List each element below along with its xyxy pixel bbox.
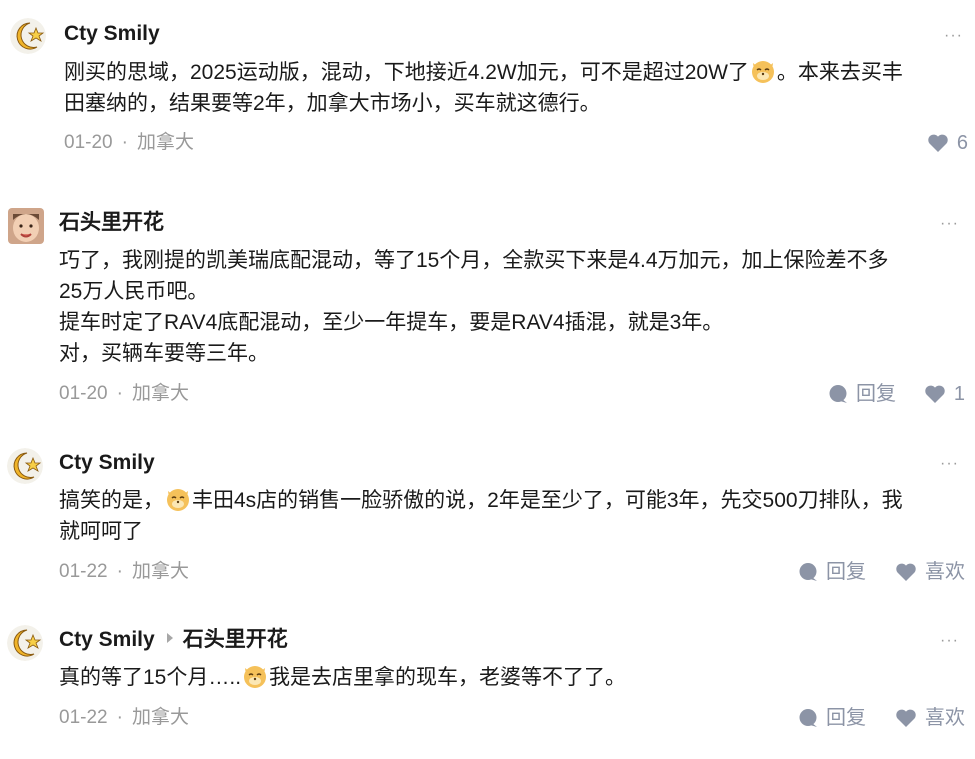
heart-icon <box>896 563 916 581</box>
comment-location: 加拿大 <box>131 707 189 728</box>
heart-icon <box>928 134 948 152</box>
comment-line: 真的等了15个月….. <box>59 666 242 689</box>
avatar[interactable] <box>10 18 46 54</box>
comment-line: 25万人民币吧。 <box>59 280 209 303</box>
moon-star-avatar-icon <box>10 18 46 54</box>
reply-button[interactable]: 回复 <box>798 559 866 585</box>
comment-line: 提车时定了RAV4底配混动，至少一年提车，要是RAV4插混，就是3年。 <box>59 311 724 334</box>
more-options-icon[interactable]: ··· <box>940 214 959 234</box>
comment-date: 01-22 <box>59 561 108 582</box>
reply-button[interactable]: 回复 <box>798 705 866 731</box>
reply-label: 回复 <box>826 707 866 729</box>
author-name: Cty Smily 石头里开花 <box>59 626 288 654</box>
reply-to-name[interactable]: 石头里开花 <box>183 628 288 651</box>
comment-line: 丰田4s店的销售一脸骄傲的说，2年是至少了，可能3年，先交500刀排队，我 <box>192 489 903 512</box>
avatar[interactable] <box>7 625 43 661</box>
reply-label: 回复 <box>826 561 866 583</box>
reply-arrow-icon <box>166 633 173 644</box>
like-count: 6 <box>956 132 968 154</box>
reply-button[interactable]: 回复 <box>828 381 896 407</box>
comment-line: 就呵呵了 <box>59 520 143 543</box>
comment-bubble-icon <box>829 385 847 403</box>
like-button[interactable]: 6 <box>927 130 968 156</box>
comment-line: 刚买的思域，2025运动版，混动，下地接近4.2W加元，可不是超过20W了 <box>64 61 749 84</box>
heart-icon <box>925 385 945 403</box>
more-options-icon[interactable]: ··· <box>944 26 963 46</box>
comment-meta: 01-20 · 加拿大 <box>59 381 189 407</box>
comment-location: 加拿大 <box>131 561 189 582</box>
comment-line: 我是去店里拿的现车，老婆等不了了。 <box>269 666 627 689</box>
comment-bubble-icon <box>799 563 817 581</box>
comment-date: 01-22 <box>59 707 108 728</box>
reply-label: 回复 <box>856 383 896 405</box>
moon-star-avatar-icon <box>7 625 43 661</box>
baby-photo-avatar-icon <box>8 208 44 244</box>
smug-dog-emoji-icon <box>167 489 189 511</box>
comment-location: 加拿大 <box>136 132 194 153</box>
more-options-icon[interactable]: ··· <box>940 631 959 651</box>
comment-line: 。本来去买丰 <box>776 61 903 84</box>
comment-line: 搞笑的是， <box>59 489 164 512</box>
meta-separator: · <box>121 132 128 153</box>
comment-line: 对，买辆车要等三年。 <box>59 342 269 365</box>
smug-dog-emoji-icon <box>244 666 267 688</box>
moon-star-avatar-icon <box>7 448 43 484</box>
meta-separator: · <box>116 383 123 404</box>
comment-meta: 01-22 · 加拿大 <box>59 559 189 585</box>
like-count: 1 <box>953 383 965 405</box>
comment-location: 加拿大 <box>131 383 189 404</box>
comment-date: 01-20 <box>59 383 108 404</box>
comment-text: 巧了，我刚提的凯美瑞底配混动，等了15个月，全款买下来是4.4万加元，加上保险差… <box>59 245 889 369</box>
meta-separator: · <box>116 707 123 728</box>
comment-text: 真的等了15个月….. 我是去店里拿的现车，老婆等不了了。 <box>59 662 626 693</box>
like-button[interactable]: 喜欢 <box>895 705 965 731</box>
like-button[interactable]: 1 <box>924 381 965 407</box>
heart-icon <box>896 709 916 727</box>
smug-dog-emoji-icon <box>751 61 774 83</box>
more-options-icon[interactable]: ··· <box>940 454 959 474</box>
author-name[interactable]: Cty Smily <box>64 20 160 48</box>
like-label: 喜欢 <box>925 707 965 729</box>
comment-bubble-icon <box>799 709 817 727</box>
comment-line: 田塞纳的，结果要等2年，加拿大市场小，买车就这德行。 <box>64 92 601 115</box>
comment-meta: 01-22 · 加拿大 <box>59 705 189 731</box>
comment-meta: 01-20 · 加拿大 <box>64 130 194 156</box>
author-name[interactable]: 石头里开花 <box>59 209 164 237</box>
avatar[interactable] <box>7 448 43 484</box>
comment-text: 搞笑的是， 丰田4s店的销售一脸骄傲的说，2年是至少了，可能3年，先交500刀排队… <box>59 485 903 547</box>
avatar[interactable] <box>8 208 44 244</box>
meta-separator: · <box>116 561 123 582</box>
author-name[interactable]: Cty Smily <box>59 449 155 477</box>
like-button[interactable]: 喜欢 <box>895 559 965 585</box>
comment-line: 巧了，我刚提的凯美瑞底配混动，等了15个月，全款买下来是4.4万加元，加上保险差… <box>59 249 889 272</box>
comment-date: 01-20 <box>64 132 113 153</box>
author-link[interactable]: Cty Smily <box>59 628 155 651</box>
like-label: 喜欢 <box>925 561 965 583</box>
comment-text: 刚买的思域，2025运动版，混动，下地接近4.2W加元，可不是超过20W了 。本来… <box>64 57 903 119</box>
